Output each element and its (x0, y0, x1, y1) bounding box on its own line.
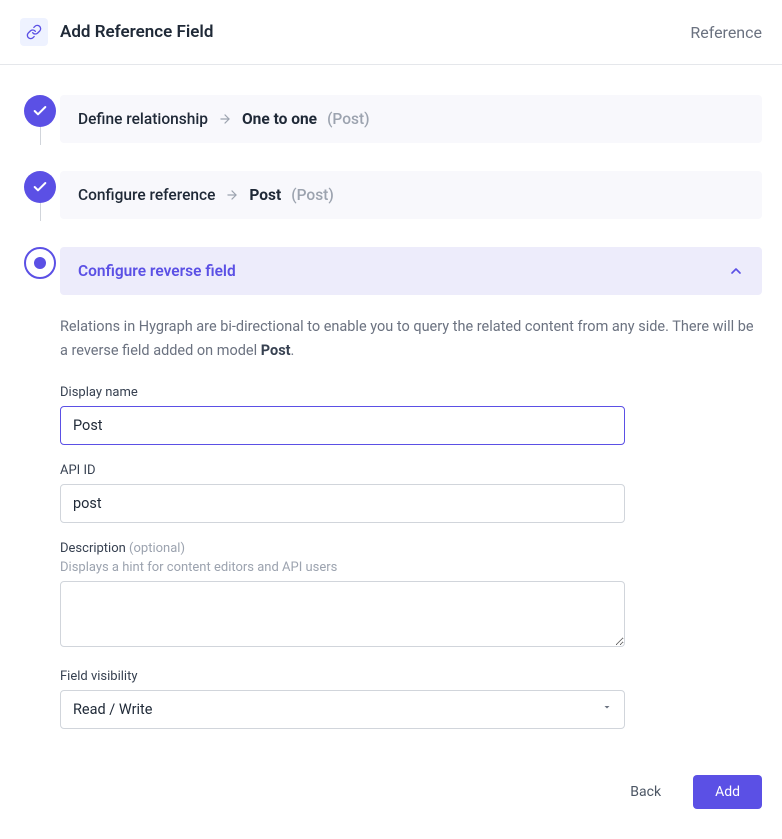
reference-icon (20, 18, 48, 46)
chevron-up-icon (728, 263, 744, 279)
step-configure-reference: Configure reference Post (Post) (20, 171, 762, 219)
step-label: Configure reference (78, 186, 215, 204)
back-button[interactable]: Back (612, 775, 679, 809)
field-type-label: Reference (690, 23, 762, 42)
step-label: Define relationship (78, 110, 208, 128)
page-title: Add Reference Field (60, 22, 690, 42)
visibility-select[interactable]: Read / Write (60, 690, 625, 729)
arrow-right-icon (218, 112, 232, 126)
modal-footer: Back Add (0, 767, 782, 839)
step-header-reverse[interactable]: Configure reverse field (60, 247, 762, 295)
helper-text: Relations in Hygraph are bi-directional … (60, 315, 762, 363)
step-configure-reverse: Configure reverse field Relations in Hyg… (20, 247, 762, 747)
api-id-input[interactable] (60, 484, 625, 523)
step-value: Post (249, 186, 281, 204)
reverse-field-form: Relations in Hygraph are bi-directional … (60, 295, 762, 729)
arrow-right-icon (225, 188, 239, 202)
step-header-define[interactable]: Define relationship One to one (Post) (60, 95, 762, 143)
description-hint: Displays a hint for content editors and … (60, 560, 625, 575)
check-icon (24, 95, 56, 127)
modal-header: Add Reference Field Reference (0, 0, 782, 65)
modal-body: Define relationship One to one (Post) (0, 65, 782, 767)
step-label: Configure reverse field (78, 262, 236, 280)
step-define-relationship: Define relationship One to one (Post) (20, 95, 762, 143)
step-context: (Post) (327, 110, 370, 128)
step-context: (Post) (291, 186, 334, 204)
description-label: Description (optional) (60, 541, 625, 556)
add-button[interactable]: Add (693, 775, 762, 809)
display-name-input[interactable] (60, 406, 625, 445)
step-header-reference[interactable]: Configure reference Post (Post) (60, 171, 762, 219)
step-value: One to one (242, 110, 317, 128)
description-input[interactable] (60, 581, 625, 647)
api-id-label: API ID (60, 463, 625, 478)
check-icon (24, 171, 56, 203)
current-step-icon (24, 247, 56, 279)
visibility-label: Field visibility (60, 669, 625, 684)
display-name-label: Display name (60, 385, 625, 400)
